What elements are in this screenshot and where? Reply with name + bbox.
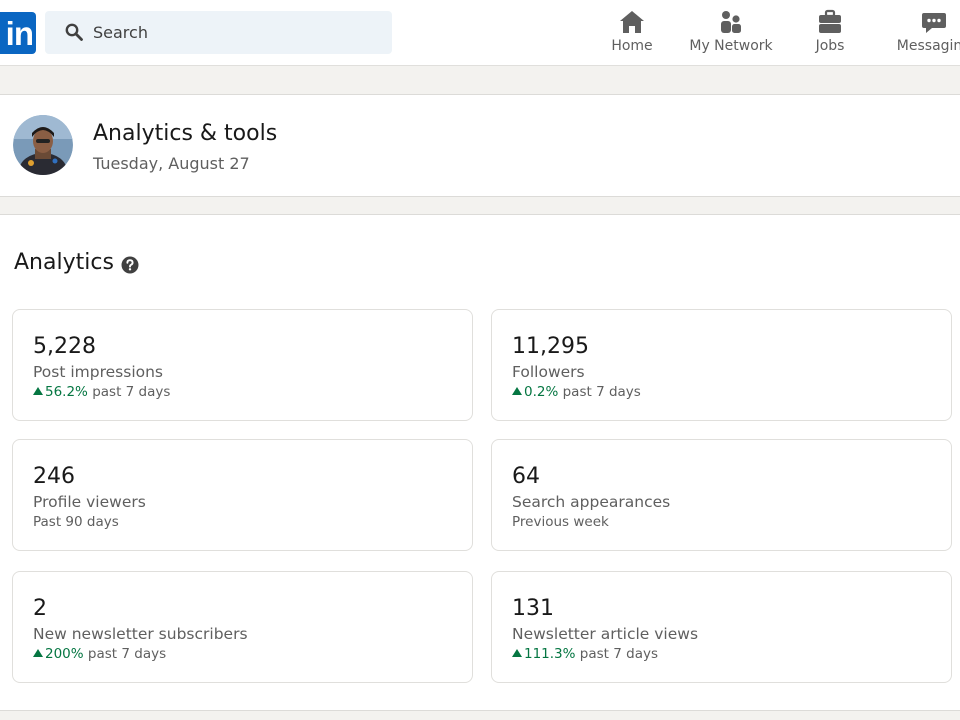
metric-value: 131 [512,596,554,621]
metric-label: New newsletter subscribers [33,625,248,643]
people-icon [721,11,741,33]
chat-icon [922,13,946,33]
metric-label: Followers [512,363,585,381]
metric-value: 64 [512,464,540,489]
metric-card-followers[interactable]: 11,295 Followers 0.2% past 7 days [491,309,952,421]
metric-period: Previous week [512,514,609,530]
nav-label-jobs: Jobs [815,38,845,54]
metric-period: past 7 days [92,384,171,400]
nav-item-my-network[interactable]: My Network [686,8,776,60]
nav-item-messaging[interactable]: Messaging [889,8,960,60]
help-icon[interactable] [121,256,139,274]
trend-value: 200% [45,646,84,662]
nav-item-jobs[interactable]: Jobs [806,8,854,60]
page-date: Tuesday, August 27 [93,154,250,173]
metric-card-search-appearances[interactable]: 64 Search appearances Previous week [491,439,952,551]
metric-value: 2 [33,596,47,621]
section-title: Analytics [14,250,114,275]
page-header: Analytics & tools Tuesday, August 27 [0,94,960,197]
metric-period: past 7 days [562,384,641,400]
trend-up-icon [512,387,522,395]
trend-value: 0.2% [524,384,559,400]
trend-up-icon [33,649,43,657]
analytics-section: Analytics 5,228 Post impressions 56.2% p… [0,214,960,711]
linkedin-logo[interactable]: in [0,12,36,54]
nav-label-my-network: My Network [689,38,773,54]
metric-card-profile-viewers[interactable]: 246 Profile viewers Past 90 days [12,439,473,551]
metric-card-newsletter-article-views[interactable]: 131 Newsletter article views 111.3% past… [491,571,952,683]
nav-label-home: Home [611,38,653,54]
metric-value: 246 [33,464,75,489]
trend-value: 111.3% [524,646,576,662]
metric-value: 5,228 [33,334,96,359]
briefcase-icon [819,9,841,33]
metric-card-post-impressions[interactable]: 5,228 Post impressions 56.2% past 7 days [12,309,473,421]
trend-value: 56.2% [45,384,88,400]
metric-period: Past 90 days [33,514,119,530]
metric-label: Post impressions [33,363,164,381]
metric-subtext: 0.2% past 7 days [512,384,641,400]
metric-label: Newsletter article views [512,625,699,643]
nav-label-messaging: Messaging [896,38,960,54]
metric-subtext: 111.3% past 7 days [512,646,658,662]
metric-period: past 7 days [579,646,658,662]
trend-up-icon [33,387,43,395]
metric-label: Search appearances [512,493,671,511]
page-title: Analytics & tools [93,121,278,146]
search-bar[interactable] [45,11,392,54]
metric-subtext: 200% past 7 days [33,646,166,662]
metric-label: Profile viewers [33,493,146,511]
search-icon [65,23,83,41]
nav-item-home[interactable]: Home [606,8,658,60]
home-icon [620,11,644,33]
metric-subtext: 56.2% past 7 days [33,384,170,400]
metric-card-newsletter-subscribers[interactable]: 2 New newsletter subscribers 200% past 7… [12,571,473,683]
metric-value: 11,295 [512,334,589,359]
avatar[interactable] [13,115,73,175]
trend-up-icon [512,649,522,657]
metric-period: past 7 days [87,646,167,662]
search-input[interactable] [93,11,383,54]
top-nav: in Home My Network Jobs [0,0,960,66]
